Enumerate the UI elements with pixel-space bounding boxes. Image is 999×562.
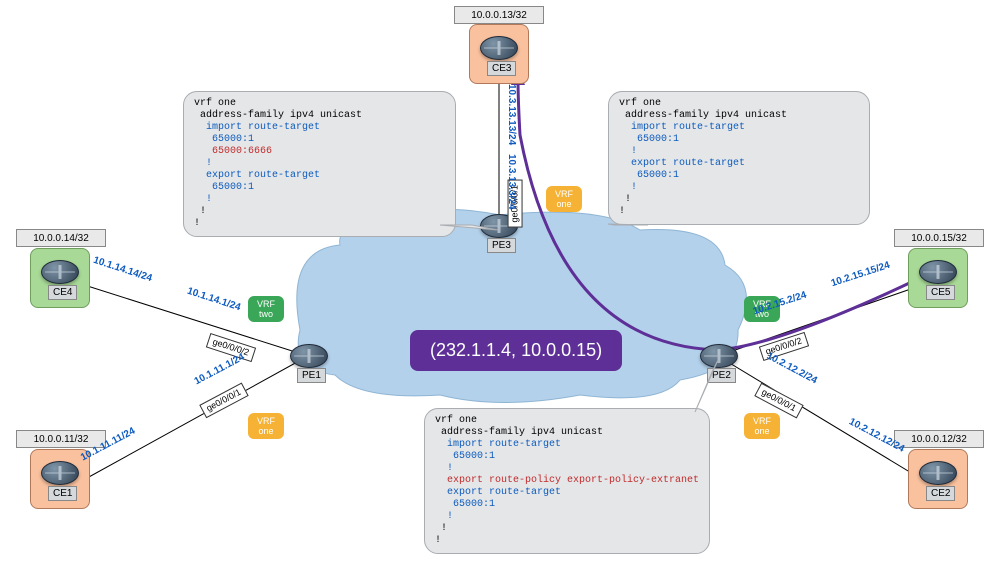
pe2-vrf-one-badge: VRF one bbox=[744, 413, 780, 439]
ce3-label: CE3 bbox=[487, 61, 516, 76]
pe3-label: PE3 bbox=[487, 238, 516, 253]
ce1-router-icon bbox=[41, 461, 79, 485]
pe1-vrf-two-badge: VRF two bbox=[248, 296, 284, 322]
pe1-router-icon bbox=[290, 344, 328, 368]
ce4-router-icon bbox=[41, 260, 79, 284]
subnet-ce4: 10.1.14.14/24 bbox=[92, 255, 154, 284]
subnet-pe2-bot: 10.2.12.2/24 bbox=[765, 351, 819, 387]
pe3-vrf-one-badge: VRF one bbox=[546, 186, 582, 212]
ce3-ip-label: 10.0.0.13/32 bbox=[454, 6, 544, 24]
ce5-label: CE5 bbox=[926, 285, 955, 300]
subnet-pe1-top: 10.1.14.1/24 bbox=[186, 286, 242, 314]
pe1-iface-ge0001: ge0/0/0/1 bbox=[199, 383, 248, 419]
subnet-ce5: 10.2.15.15/24 bbox=[830, 260, 892, 289]
ce5-router-icon bbox=[919, 260, 957, 284]
ce2-label: CE2 bbox=[926, 486, 955, 501]
ce2-ip-label: 10.0.0.12/32 bbox=[894, 430, 984, 448]
ce4-label: CE4 bbox=[48, 285, 77, 300]
pe2top-config-bubble: vrf one address-family ipv4 unicast impo… bbox=[608, 91, 870, 225]
pe3-config-bubble: vrf one address-family ipv4 unicast impo… bbox=[183, 91, 456, 237]
subnet-ce3: 10.3.13.13/24 bbox=[506, 84, 517, 145]
subnet-pe1-bot: 10.1.11.1/24 bbox=[193, 352, 247, 388]
pe2-label: PE2 bbox=[707, 368, 736, 383]
ce5-ip-label: 10.0.0.15/32 bbox=[894, 229, 984, 247]
ce3-router-icon bbox=[480, 36, 518, 60]
network-diagram: { "ips": { "ce3": "10.0.0.13/32", "ce4":… bbox=[0, 0, 999, 562]
pe1-vrf-one-badge: VRF one bbox=[248, 413, 284, 439]
ce4-ip-label: 10.0.0.14/32 bbox=[16, 229, 106, 247]
pe1-label: PE1 bbox=[297, 368, 326, 383]
subnet-pe3: 10.3.13.3/24 bbox=[506, 154, 517, 210]
multicast-group-label: (232.1.1.4, 10.0.0.15) bbox=[410, 330, 622, 371]
pe2bot-config-bubble: vrf one address-family ipv4 unicast impo… bbox=[424, 408, 710, 554]
pe2-router-icon bbox=[700, 344, 738, 368]
ce1-label: CE1 bbox=[48, 486, 77, 501]
ce2-router-icon bbox=[919, 461, 957, 485]
